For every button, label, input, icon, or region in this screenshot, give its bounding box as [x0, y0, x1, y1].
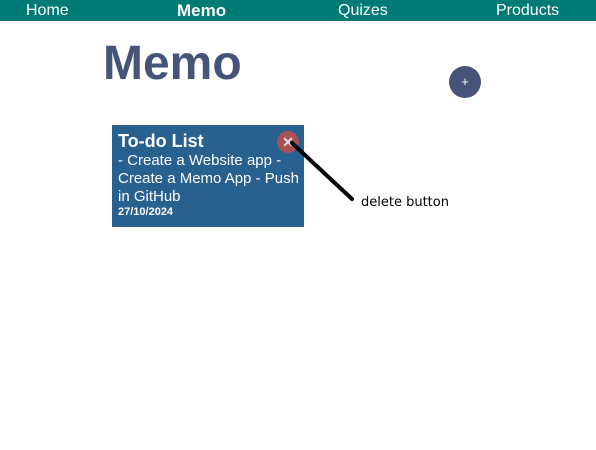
nav-item-memo[interactable]: Memo [177, 1, 226, 20]
memo-body: - Create a Website app - Create a Memo A… [118, 152, 299, 205]
close-icon: ✕ [282, 134, 294, 150]
page-title: Memo [103, 37, 242, 90]
add-memo-button[interactable]: + [449, 66, 481, 98]
annotation-label: delete button [361, 195, 449, 210]
nav-item-quizes[interactable]: Quizes [338, 1, 388, 20]
nav-item-home[interactable]: Home [26, 1, 69, 20]
memo-date: 27/10/2024 [118, 206, 174, 218]
page: Home Memo Quizes Products Memo + To-do L… [0, 0, 596, 450]
memo-card: To-do List - Create a Website app - Crea… [112, 125, 304, 227]
memo-title: To-do List [118, 131, 204, 151]
top-nav: Home Memo Quizes Products [0, 0, 596, 21]
nav-item-products[interactable]: Products [496, 1, 559, 20]
delete-button[interactable]: ✕ [277, 131, 299, 153]
